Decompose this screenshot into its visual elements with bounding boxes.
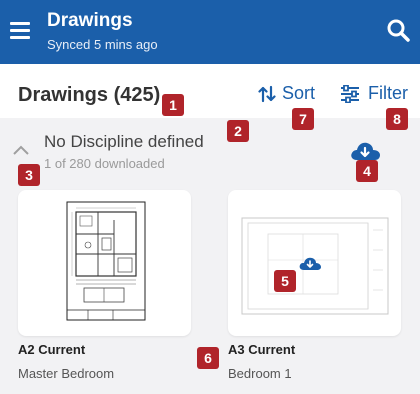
filter-label: Filter	[368, 83, 408, 103]
drawing-subtitle: Bedroom 1	[228, 366, 292, 381]
drawings-count-title: Drawings (425)	[18, 84, 161, 106]
drawing-card-a2[interactable]	[18, 190, 191, 336]
annotation-badge-6: 6	[197, 347, 219, 369]
annotation-badge-7: 7	[292, 108, 314, 130]
annotation-badge-3: 3	[18, 164, 40, 186]
annotation-badge-2: 2	[227, 120, 249, 142]
sort-button[interactable]: Sort	[258, 83, 315, 104]
filter-sliders-icon	[341, 84, 359, 103]
drawing-title: A2 Current	[18, 342, 86, 357]
cloud-download-icon[interactable]	[349, 140, 381, 162]
drawing-thumbnail-placeholder	[241, 217, 389, 315]
group-title: No Discipline defined	[44, 132, 204, 151]
drawing-subtitle: Master Bedroom	[18, 366, 115, 381]
search-icon[interactable]	[386, 18, 410, 42]
drawing-thumbnail	[66, 201, 146, 321]
drawings-toolbar: Drawings (425) Sort Filter	[0, 64, 420, 119]
filter-button[interactable]: Filter	[340, 83, 408, 104]
annotation-badge-8: 8	[386, 108, 408, 130]
app-bar: Drawings Synced 5 mins ago	[0, 0, 420, 64]
drawing-card-a3[interactable]	[228, 190, 401, 336]
annotation-badge-5: 5	[274, 270, 296, 292]
sort-arrows-icon	[258, 85, 276, 102]
sort-label: Sort	[282, 83, 316, 103]
page-title: Drawings	[47, 10, 133, 31]
group-download-status: 1 of 280 downloaded	[44, 156, 165, 171]
annotation-badge-1: 1	[162, 94, 184, 116]
drawing-title: A3 Current	[228, 342, 296, 357]
chevron-up-icon[interactable]	[12, 144, 30, 156]
sync-status: Synced 5 mins ago	[47, 37, 158, 52]
hamburger-menu-icon[interactable]	[10, 22, 30, 39]
annotation-badge-4: 4	[356, 160, 378, 182]
